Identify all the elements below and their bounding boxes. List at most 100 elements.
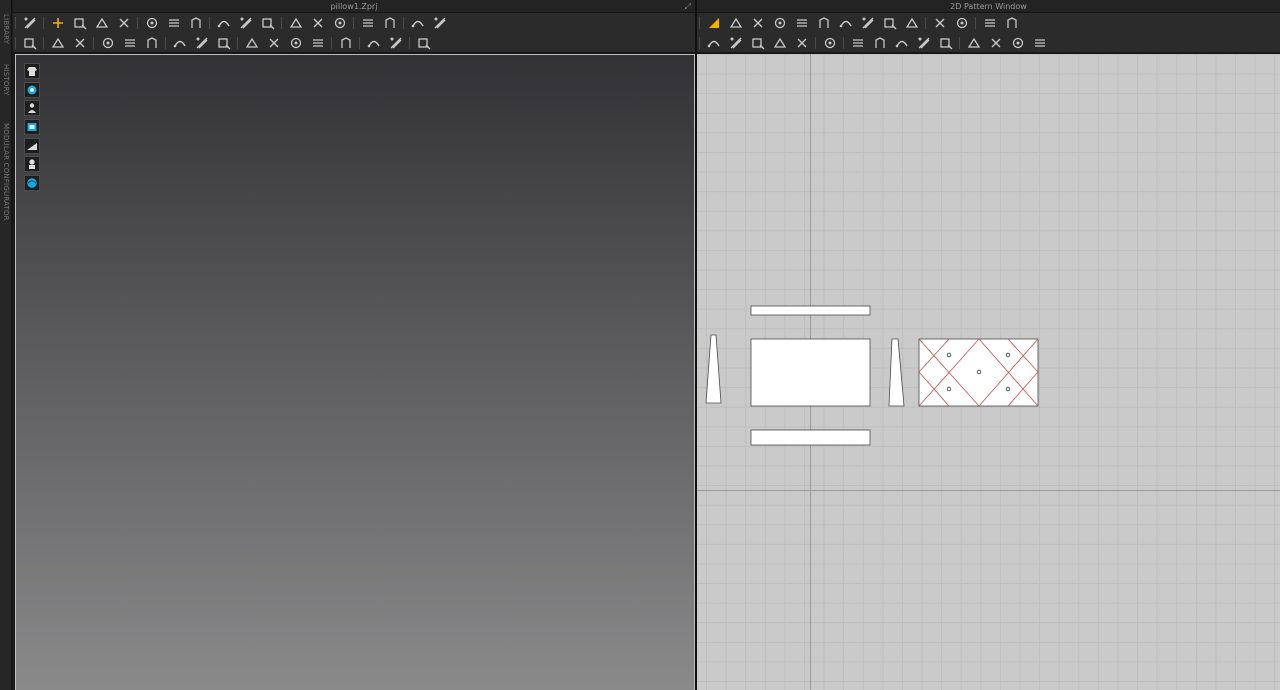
gathering-icon[interactable]: [191, 34, 213, 52]
tape-icon[interactable]: [235, 14, 257, 32]
avatar-show-icon[interactable]: [357, 14, 379, 32]
stitch-icon[interactable]: [307, 34, 329, 52]
toolbar-2d-row1-group: [925, 14, 973, 32]
avatar-hide-icon[interactable]: [379, 14, 401, 32]
dock-tab-modular-configurator[interactable]: MODULAR CONFIGURATOR: [0, 122, 12, 222]
create-pattern-icon[interactable]: [879, 14, 901, 32]
trim-icon[interactable]: [335, 34, 357, 52]
check-sewing-icon[interactable]: [913, 34, 935, 52]
tack-icon[interactable]: [113, 14, 135, 32]
toolbar-2d-row1-group: [975, 14, 1023, 32]
circle-icon[interactable]: [747, 34, 769, 52]
rectangle-icon[interactable]: [703, 34, 725, 52]
cut-icon[interactable]: [69, 34, 91, 52]
mesh-grid-icon[interactable]: [429, 14, 451, 32]
edit-point-icon[interactable]: [725, 14, 747, 32]
stitch-line-icon[interactable]: [985, 34, 1007, 52]
surface-display-icon[interactable]: [24, 137, 40, 154]
fold-arrangement-icon[interactable]: [91, 14, 113, 32]
app-window: LIBRARY HISTORY MODULAR CONFIGURATOR pil…: [0, 0, 1280, 690]
sew-free-icon[interactable]: [869, 34, 891, 52]
dock-tab-library[interactable]: LIBRARY: [0, 12, 12, 46]
window-2d-titlebar: 2D Pattern Window: [697, 0, 1280, 13]
toolbar-3d-row1-group: [281, 14, 351, 32]
style-line-icon[interactable]: [169, 34, 191, 52]
internal-shape-icon[interactable]: [819, 34, 841, 52]
pattern-top-strip[interactable]: [750, 305, 871, 316]
sewing-pin-icon[interactable]: [935, 34, 957, 52]
pattern-canvas: [705, 305, 1039, 446]
toolbar-3d-row1-group: [15, 14, 41, 32]
window-3d-titlebar: pillow1.Zprj ⤢: [13, 0, 695, 13]
toolbar-2d-row2: [697, 33, 1280, 53]
garment-display-icon[interactable]: [24, 63, 40, 79]
grid-2d-icon[interactable]: [979, 14, 1001, 32]
avatar-silhouette-icon[interactable]: [24, 156, 40, 173]
select-mesh-icon[interactable]: [69, 14, 91, 32]
zipper-icon[interactable]: [285, 34, 307, 52]
curve-point-icon[interactable]: [769, 14, 791, 32]
mesh-2d-icon[interactable]: [1001, 14, 1023, 32]
buttonhole-icon[interactable]: [263, 34, 285, 52]
offset-icon[interactable]: [901, 14, 923, 32]
transform-pattern-icon[interactable]: [47, 14, 69, 32]
internal-rect-icon[interactable]: [791, 34, 813, 52]
quilting-icon[interactable]: [213, 34, 235, 52]
pattern-window-2d[interactable]: [697, 54, 1280, 690]
scissor-icon[interactable]: [119, 34, 141, 52]
edit-pattern-icon[interactable]: [47, 34, 69, 52]
select-move-icon[interactable]: [19, 14, 41, 32]
toolbar-3d-row1-group: [43, 14, 135, 32]
pattern-front-panel[interactable]: [750, 338, 871, 407]
environment-sphere-icon[interactable]: [24, 175, 40, 192]
simulation-icon[interactable]: [19, 34, 41, 52]
shrinkage-icon[interactable]: [307, 14, 329, 32]
dart-icon[interactable]: [769, 34, 791, 52]
fold-icon[interactable]: [835, 14, 857, 32]
viewport-3d[interactable]: [15, 54, 695, 690]
display-side-toolbar: [24, 63, 40, 194]
sew-segment-icon[interactable]: [847, 34, 869, 52]
texture-display-icon[interactable]: [24, 119, 40, 136]
trace-icon[interactable]: [857, 14, 879, 32]
edit-stitch-icon[interactable]: [1029, 34, 1051, 52]
toolbar-3d-row2-group: [331, 34, 357, 52]
avatar-display-icon[interactable]: [24, 100, 40, 117]
toolbar-3d-row1-group: [353, 14, 401, 32]
pattern-left-gusset[interactable]: [705, 334, 722, 404]
measure-line-icon[interactable]: [213, 14, 235, 32]
grid-icon[interactable]: [407, 14, 429, 32]
add-point-icon[interactable]: [791, 14, 813, 32]
pattern-right-gusset[interactable]: [888, 338, 905, 407]
pin-icon[interactable]: [141, 14, 163, 32]
edit-curvature-icon[interactable]: [747, 14, 769, 32]
fabric-display-icon[interactable]: [24, 81, 40, 98]
sew-m-n-icon[interactable]: [891, 34, 913, 52]
unfold-icon[interactable]: [951, 14, 973, 32]
toolbar-3d-row2-group: [43, 34, 91, 52]
layer-icon[interactable]: [141, 34, 163, 52]
polygon-icon[interactable]: [725, 34, 747, 52]
align-icon[interactable]: [413, 34, 435, 52]
segment-icon[interactable]: [97, 34, 119, 52]
topstitch-icon[interactable]: [963, 34, 985, 52]
pattern-bottom-strip[interactable]: [750, 429, 871, 446]
symmetry-icon[interactable]: [929, 14, 951, 32]
dock-tab-history[interactable]: HISTORY: [0, 62, 12, 98]
pattern-quilted-panel[interactable]: [918, 338, 1039, 407]
pin-box-icon[interactable]: [163, 14, 185, 32]
toolbar-3d-row2-group: [359, 34, 407, 52]
edit-pattern-2d-icon[interactable]: [703, 14, 725, 32]
slash-spread-icon[interactable]: [813, 14, 835, 32]
smooth-line-icon[interactable]: [1007, 34, 1029, 52]
toolbar-2d-row1: [697, 13, 1280, 33]
strengthen-icon[interactable]: [285, 14, 307, 32]
button-icon[interactable]: [241, 34, 263, 52]
pin-remove-icon[interactable]: [185, 14, 207, 32]
fabric-icon[interactable]: [385, 34, 407, 52]
expand-window-icon[interactable]: ⤢: [685, 0, 691, 13]
iron-icon[interactable]: [329, 14, 351, 32]
shirt-display-icon[interactable]: [257, 14, 279, 32]
toolbar-2d-row2-group: [699, 34, 813, 52]
puckering-icon[interactable]: [363, 34, 385, 52]
